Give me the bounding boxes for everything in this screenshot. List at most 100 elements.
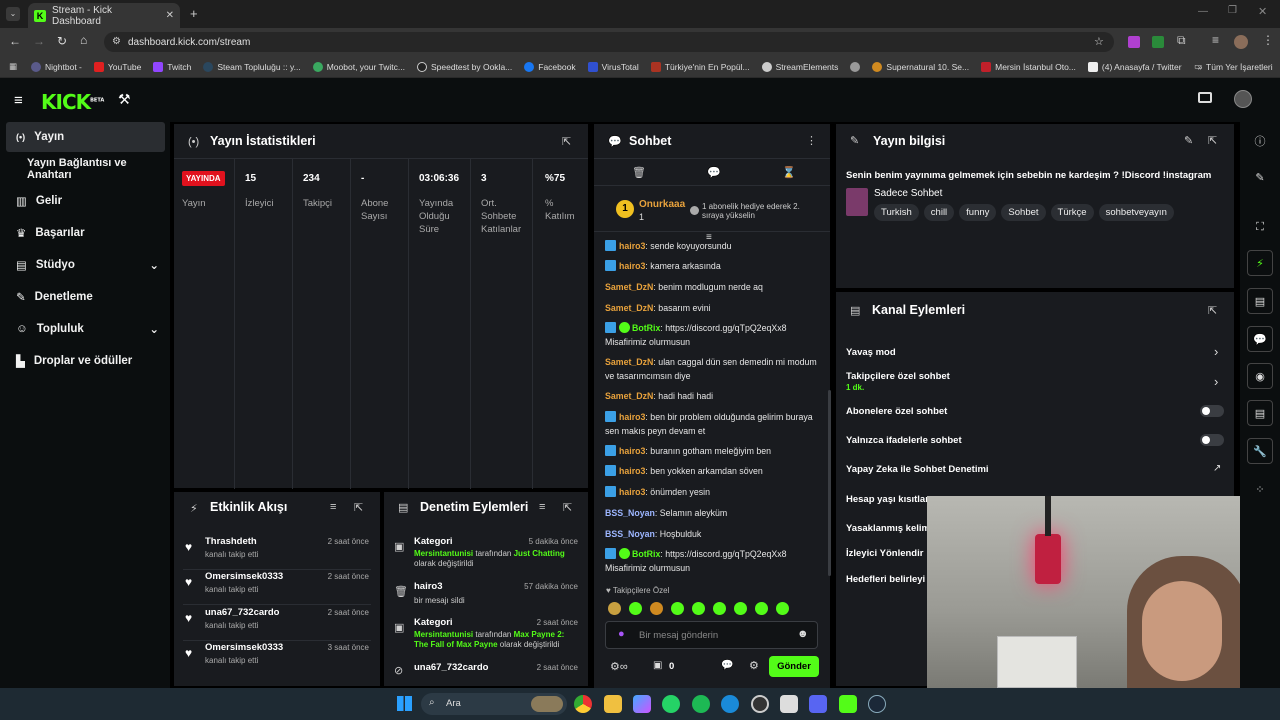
emoji-icon[interactable]: ☻: [797, 628, 809, 640]
back-icon[interactable]: ←: [9, 34, 21, 48]
hamburger-menu-icon[interactable]: ≡: [14, 92, 23, 109]
bookmark-item[interactable]: Nightbot -: [31, 61, 82, 72]
bookmark-item[interactable]: Moobot, your Twitc...: [312, 61, 405, 72]
profile-avatar[interactable]: [1234, 35, 1248, 49]
sidebar-item-basarilar[interactable]: ♛ Başarılar: [6, 218, 85, 248]
followers-only-row[interactable]: Takipçilere özel sohbet: [846, 371, 950, 382]
sidebar-item-yayin[interactable]: (•) Yayın: [6, 122, 165, 152]
reading-list-icon[interactable]: ≡: [1212, 33, 1219, 47]
chat-message[interactable]: hairo3: önümden yesin: [605, 485, 825, 499]
banned-words-row[interactable]: Yasaklanmış kelim: [846, 523, 930, 534]
popout-icon[interactable]: ⇱: [1208, 134, 1217, 147]
grid-icon[interactable]: ⁘: [1247, 476, 1273, 502]
more-options-icon[interactable]: ⋮: [806, 134, 817, 147]
windows-start-icon[interactable]: [397, 696, 412, 711]
emote-icon[interactable]: [692, 602, 705, 615]
emote-icon[interactable]: [608, 602, 621, 615]
emote-icon[interactable]: [650, 602, 663, 615]
ai-moderation-row[interactable]: Yapay Zeka ile Sohbet Denetimi: [846, 464, 989, 475]
close-tab-icon[interactable]: ✕: [166, 10, 174, 21]
bookmark-item[interactable]: Steam Topluluğu :: y...: [203, 61, 301, 72]
close-window-icon[interactable]: ✕: [1258, 5, 1267, 18]
trash-icon[interactable]: 🗑: [632, 166, 646, 179]
forward-icon[interactable]: →: [33, 34, 45, 48]
reload-icon[interactable]: ↻: [57, 34, 67, 48]
event-row[interactable]: ♥ Omersimsek0333 kanalı takip etti 2 saat ö…: [183, 571, 371, 605]
chat-message[interactable]: Samet_DzN: ulan caggal dün sen demedin m…: [605, 355, 825, 383]
extension-icon[interactable]: [1152, 36, 1164, 48]
account-age-row[interactable]: Hesap yaşı kısıtlan: [846, 494, 931, 505]
document-icon[interactable]: ▤: [1247, 288, 1273, 314]
event-row[interactable]: ♥ Omersimsek0333 kanalı takip etti 3 saat ö…: [183, 642, 371, 676]
steam-icon[interactable]: [868, 695, 886, 713]
bookmark-item[interactable]: YouTube: [93, 61, 141, 72]
obs-icon[interactable]: [751, 695, 769, 713]
bookmark-star-icon[interactable]: ☆: [1094, 35, 1104, 48]
maximize-icon[interactable]: ❐: [1228, 5, 1237, 16]
moderation-row[interactable]: ▣ Kategori 2 saat önce Mersintantunisi t…: [392, 617, 580, 657]
copilot-icon[interactable]: [633, 695, 651, 713]
bookmark-item[interactable]: VirusTotal: [587, 61, 639, 72]
chrome-icon[interactable]: [574, 695, 592, 713]
tag[interactable]: Türkçe: [1050, 204, 1094, 221]
chat-message[interactable]: BSS_Noyan: Selamın aleyküm: [605, 506, 825, 520]
emote-icon[interactable]: [629, 602, 642, 615]
bookmark-item[interactable]: StreamElements: [761, 61, 838, 72]
edit-icon[interactable]: ✎: [1184, 134, 1193, 147]
apps-grid-icon[interactable]: ▦: [9, 61, 17, 72]
pinned-gifter[interactable]: 1 Onurkaaa 1 1 abonelik hediye ederek 2.…: [594, 188, 830, 232]
slow-mode-row[interactable]: Yavaş mod: [846, 347, 896, 358]
microphone-icon[interactable]: ●: [618, 628, 625, 640]
moderation-row[interactable]: 🗑 hairo3 57 dakika önce bir mesajı sildi: [392, 581, 580, 611]
filter-icon[interactable]: ≡: [539, 501, 545, 513]
channel-icon[interactable]: ▤: [1247, 400, 1273, 426]
chevron-right-icon[interactable]: ›: [1214, 344, 1218, 359]
emote-icon[interactable]: [671, 602, 684, 615]
chat-message[interactable]: Samet_DzN: benim modlugum nerde aq: [605, 280, 825, 294]
chat-message[interactable]: hairo3: ben bir problem olduğunda geliri…: [605, 410, 825, 438]
sidebar-item-gelir[interactable]: ▥ Gelir: [6, 186, 62, 216]
popout-icon[interactable]: ⇱: [1208, 304, 1217, 317]
chat-message[interactable]: hairo3: sende koyuyorsundu: [605, 240, 825, 253]
chat-message[interactable]: hairo3: kamera arkasında: [605, 259, 825, 273]
hammer-icon[interactable]: ⚒: [118, 91, 131, 108]
user-avatar[interactable]: [1234, 90, 1252, 108]
bookmark-item[interactable]: (4) Anasayfa / Twitter: [1087, 61, 1182, 72]
chat-bubble-icon[interactable]: 💬: [721, 660, 733, 671]
subscribers-only-toggle[interactable]: [1200, 405, 1224, 417]
wrench-icon[interactable]: 🔧: [1247, 438, 1273, 464]
bookmark-item[interactable]: Facebook: [524, 61, 576, 72]
filter-icon[interactable]: ≡: [330, 501, 336, 513]
chat-message[interactable]: Samet_DzN: basarım evini: [605, 301, 825, 315]
send-button[interactable]: Gönder: [769, 656, 819, 677]
popout-icon[interactable]: ⇱: [562, 135, 571, 148]
sidebar-item-stream-key[interactable]: Yayın Bağlantısı ve Anahtarı: [6, 154, 170, 184]
set-goals-row[interactable]: Hedefleri belirleyi: [846, 574, 925, 585]
chat-input[interactable]: ● Bir mesaj gönderin ☻: [605, 621, 818, 649]
bookmark-item[interactable]: Türkiye'nin En Popül...: [650, 61, 750, 72]
edge-icon[interactable]: [721, 695, 739, 713]
subscribers-only-row[interactable]: Abonelere özel sohbet: [846, 406, 947, 417]
external-link-icon[interactable]: ↗: [1213, 463, 1221, 474]
moderation-row[interactable]: ▣ Kategori 5 dakika önce Mersintantunisi…: [392, 536, 580, 572]
tag[interactable]: Sohbet: [1001, 204, 1046, 221]
bookmark-item[interactable]: [850, 61, 861, 72]
sidebar-item-droplar[interactable]: ▙ Droplar ve ödüller: [6, 346, 132, 376]
chat-message[interactable]: hairo3: buranın gotham meleğiyim ben: [605, 444, 825, 458]
chat-message[interactable]: BSS_Noyan: Hoşbulduk: [605, 527, 825, 541]
hourglass-icon[interactable]: ⌛: [782, 166, 796, 179]
all-bookmarks-folder[interactable]: ▭ Tüm Yer İşaretleri: [1194, 61, 1273, 72]
emote-icon[interactable]: [713, 602, 726, 615]
popout-icon[interactable]: ⇱: [563, 501, 572, 514]
bookmark-item[interactable]: Mersin İstanbul Oto...: [981, 61, 1076, 72]
chevron-right-icon[interactable]: ›: [1214, 374, 1218, 389]
tab-list-icon[interactable]: ⌄: [6, 7, 20, 21]
sidebar-item-topluluk[interactable]: ☺ Topluluk ⌄: [6, 314, 165, 344]
event-row[interactable]: ♥ una67_732cardo kanalı takip etti 2 saat ö…: [183, 607, 371, 641]
chat-message[interactable]: Samet_DzN: hadi hadi hadi: [605, 389, 825, 403]
sidebar-item-studyo[interactable]: ▤ Stüdyo ⌄: [6, 250, 165, 280]
emote-icon[interactable]: [734, 602, 747, 615]
kick-app-icon[interactable]: [839, 695, 857, 713]
popout-icon[interactable]: ⇱: [354, 501, 363, 514]
tag[interactable]: chill: [923, 204, 955, 221]
